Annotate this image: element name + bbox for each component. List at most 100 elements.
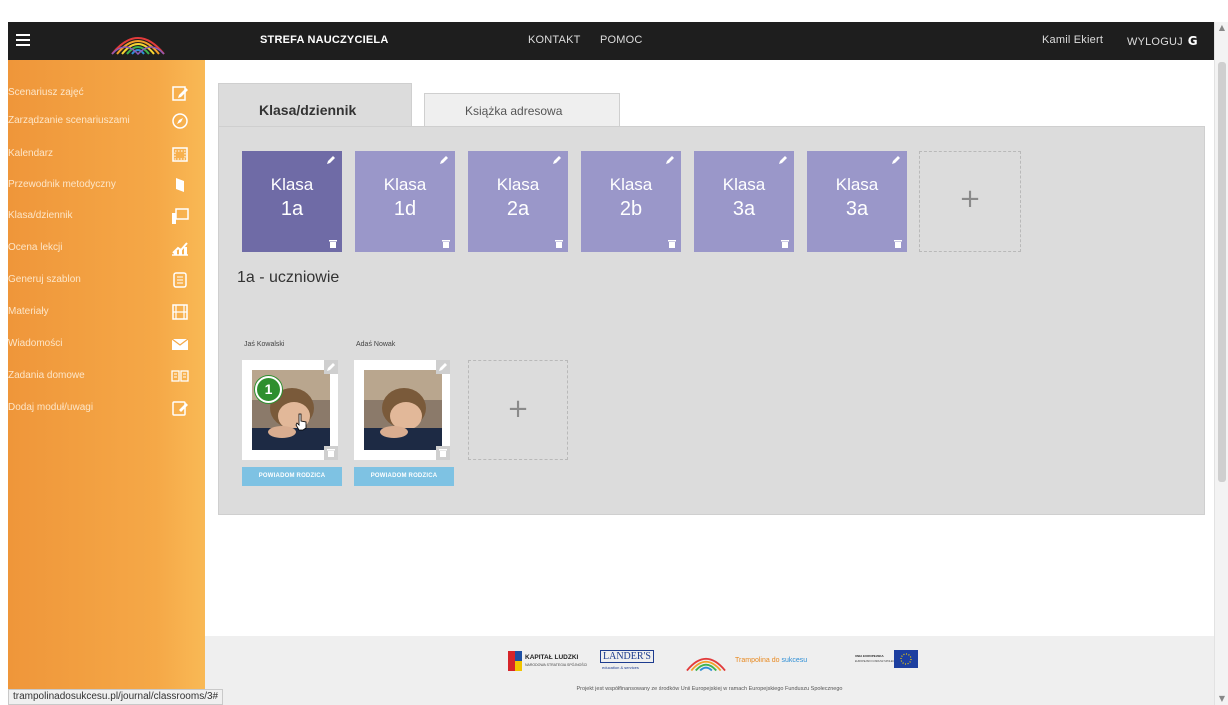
- hand-cursor-icon: [295, 413, 307, 431]
- pencil-icon: [439, 363, 447, 371]
- chalkboard-icon: [172, 208, 189, 224]
- kapital-ludzki-logo: KAPITAŁ LUDZKI NARODOWA STRATEGIA SPÓJNO…: [508, 650, 587, 672]
- sidebar-item-label: Zarządzanie scenariuszami: [8, 115, 130, 126]
- scroll-thumb[interactable]: [1218, 62, 1226, 482]
- tab-label: Książka adresowa: [465, 104, 563, 118]
- scroll-up-icon[interactable]: ▲: [1218, 24, 1226, 32]
- trash-icon[interactable]: [894, 239, 902, 248]
- trampolina-text: Trampolina do sukcesu: [735, 657, 807, 664]
- sidebar-item-calendar[interactable]: Kalendarz: [8, 141, 205, 167]
- delete-student-button[interactable]: [324, 446, 338, 460]
- class-tile[interactable]: Klasa 3a: [694, 151, 794, 252]
- tab-label: Klasa/dziennik: [259, 102, 357, 118]
- landers-logo: LANDER'S education & services: [600, 650, 662, 672]
- student-photo: [364, 370, 442, 450]
- trash-icon[interactable]: [668, 239, 676, 248]
- compass-icon: [172, 113, 188, 129]
- class-tile-code: 3a: [845, 198, 869, 220]
- add-student-button[interactable]: +: [468, 360, 568, 460]
- sidebar-item-materials[interactable]: Materiały: [8, 299, 205, 325]
- nav-help[interactable]: POMOC: [600, 34, 643, 46]
- note-icon: [172, 401, 188, 416]
- tab-class-journal[interactable]: Klasa/dziennik: [218, 83, 412, 127]
- trash-icon[interactable]: [442, 239, 450, 248]
- edit-student-button[interactable]: [436, 360, 450, 374]
- add-class-button[interactable]: +: [919, 151, 1021, 252]
- browser-viewport: STREFA NAUCZYCIELA KONTAKT POMOC Kamil E…: [0, 0, 1228, 705]
- pencil-icon[interactable]: [326, 155, 336, 165]
- hamburger-menu-icon[interactable]: [16, 34, 30, 46]
- sidebar-item-class-journal[interactable]: Klasa/dziennik: [8, 203, 205, 229]
- class-tile-word: Klasa: [609, 175, 653, 194]
- sidebar-item-generate-template[interactable]: Generuj szablon: [8, 267, 205, 293]
- student-name: Adaś Nowak: [356, 341, 396, 348]
- pencil-icon[interactable]: [778, 155, 788, 165]
- book-icon: [176, 178, 184, 192]
- class-tile[interactable]: Klasa 3a: [807, 151, 907, 252]
- pencil-icon[interactable]: [439, 155, 449, 165]
- chart-icon: [172, 242, 188, 256]
- student-card[interactable]: 1: [242, 360, 338, 460]
- trampolina-logo-icon[interactable]: [108, 26, 168, 56]
- scroll-down-icon[interactable]: ▼: [1218, 695, 1226, 703]
- sidebar-item-plan-management[interactable]: Zarządzanie scenariuszami: [8, 108, 205, 134]
- footer: KAPITAŁ LUDZKI NARODOWA STRATEGIA SPÓJNO…: [205, 636, 1214, 705]
- sidebar-item-label: Wiadomości: [8, 338, 63, 349]
- class-tile-code: 1a: [280, 198, 304, 220]
- pencil-icon[interactable]: [552, 155, 562, 165]
- edit-student-button[interactable]: [324, 360, 338, 374]
- nav-contact[interactable]: KONTAKT: [528, 34, 581, 46]
- class-tile[interactable]: Klasa 2b: [581, 151, 681, 252]
- sidebar-item-lesson-rating[interactable]: Ocena lekcji: [8, 235, 205, 261]
- pencil-icon[interactable]: [665, 155, 675, 165]
- sidebar-item-label: Ocena lekcji: [8, 242, 63, 253]
- class-tile[interactable]: Klasa 1d: [355, 151, 455, 252]
- step-badge: 1: [255, 376, 282, 403]
- sidebar-item-lesson-plan[interactable]: Scenariusz zajęć: [8, 80, 205, 106]
- students-title: 1a - uczniowie: [237, 269, 340, 286]
- class-tile-code: 3a: [732, 198, 756, 220]
- sidebar-item-label: Przewodnik metodyczny: [8, 179, 116, 190]
- class-tile-word: Klasa: [835, 175, 879, 194]
- tab-address-book[interactable]: Książka adresowa: [424, 93, 620, 127]
- open-book-icon: [171, 370, 189, 382]
- nav-teacher-zone[interactable]: STREFA NAUCZYCIELA: [260, 34, 388, 46]
- user-name[interactable]: Kamil Ekiert: [1042, 34, 1103, 46]
- sidebar-item-label: Kalendarz: [8, 148, 54, 159]
- trash-icon[interactable]: [329, 239, 337, 248]
- trash-icon[interactable]: [555, 239, 563, 248]
- main-content: Klasa/dziennik Książka adresowa Klasa 1a…: [205, 60, 1214, 636]
- kapital-ludzki-subtext: NARODOWA STRATEGIA SPÓJNOŚCI: [525, 663, 588, 667]
- pencil-icon[interactable]: [891, 155, 901, 165]
- sidebar-item-homework[interactable]: Zadania domowe: [8, 363, 205, 389]
- class-tile[interactable]: Klasa 1a: [242, 151, 342, 252]
- student-name: Jaś Kowalski: [244, 341, 285, 348]
- eu-logo: UNIA EUROPEJSKA EUROPEJSKI FUNDUSZ SPOŁE…: [855, 650, 925, 672]
- sidebar-item-add-module[interactable]: Dodaj moduł/uwagi: [8, 395, 205, 421]
- sidebar-item-label: Dodaj moduł/uwagi: [8, 402, 94, 413]
- sidebar-item-label: Generuj szablon: [8, 274, 81, 285]
- flag-logo-icon: [508, 651, 522, 671]
- sidebar-item-label: Zadania domowe: [8, 370, 85, 381]
- edit-icon: [172, 86, 188, 101]
- class-tile[interactable]: Klasa 2a: [468, 151, 568, 252]
- delete-student-button[interactable]: [436, 446, 450, 460]
- sidebar-item-label: Materiały: [8, 306, 49, 317]
- sidebar-item-methodical-guide[interactable]: Przewodnik metodyczny: [8, 172, 205, 198]
- kapital-ludzki-text: KAPITAŁ LUDZKI: [525, 654, 579, 661]
- vertical-scrollbar[interactable]: ▲ ▼: [1214, 22, 1228, 705]
- student-card[interactable]: [354, 360, 450, 460]
- eu-text: UNIA EUROPEJSKA: [855, 654, 884, 658]
- pencil-icon: [327, 363, 335, 371]
- logout-link[interactable]: WYLOGUJ G: [1127, 34, 1198, 48]
- sidebar-item-label: Klasa/dziennik: [8, 210, 73, 221]
- class-tile-code: 2b: [619, 198, 643, 220]
- notify-parent-button[interactable]: POWIADOM RODZICA: [354, 467, 454, 486]
- logout-label: WYLOGUJ: [1127, 36, 1183, 48]
- trash-icon[interactable]: [781, 239, 789, 248]
- sidebar-item-messages[interactable]: Wiadomości: [8, 331, 205, 357]
- notify-parent-button[interactable]: POWIADOM RODZICA: [242, 467, 342, 486]
- class-tile-word: Klasa: [270, 175, 314, 194]
- class-tile-word: Klasa: [722, 175, 766, 194]
- class-tile-code: 2a: [506, 198, 530, 220]
